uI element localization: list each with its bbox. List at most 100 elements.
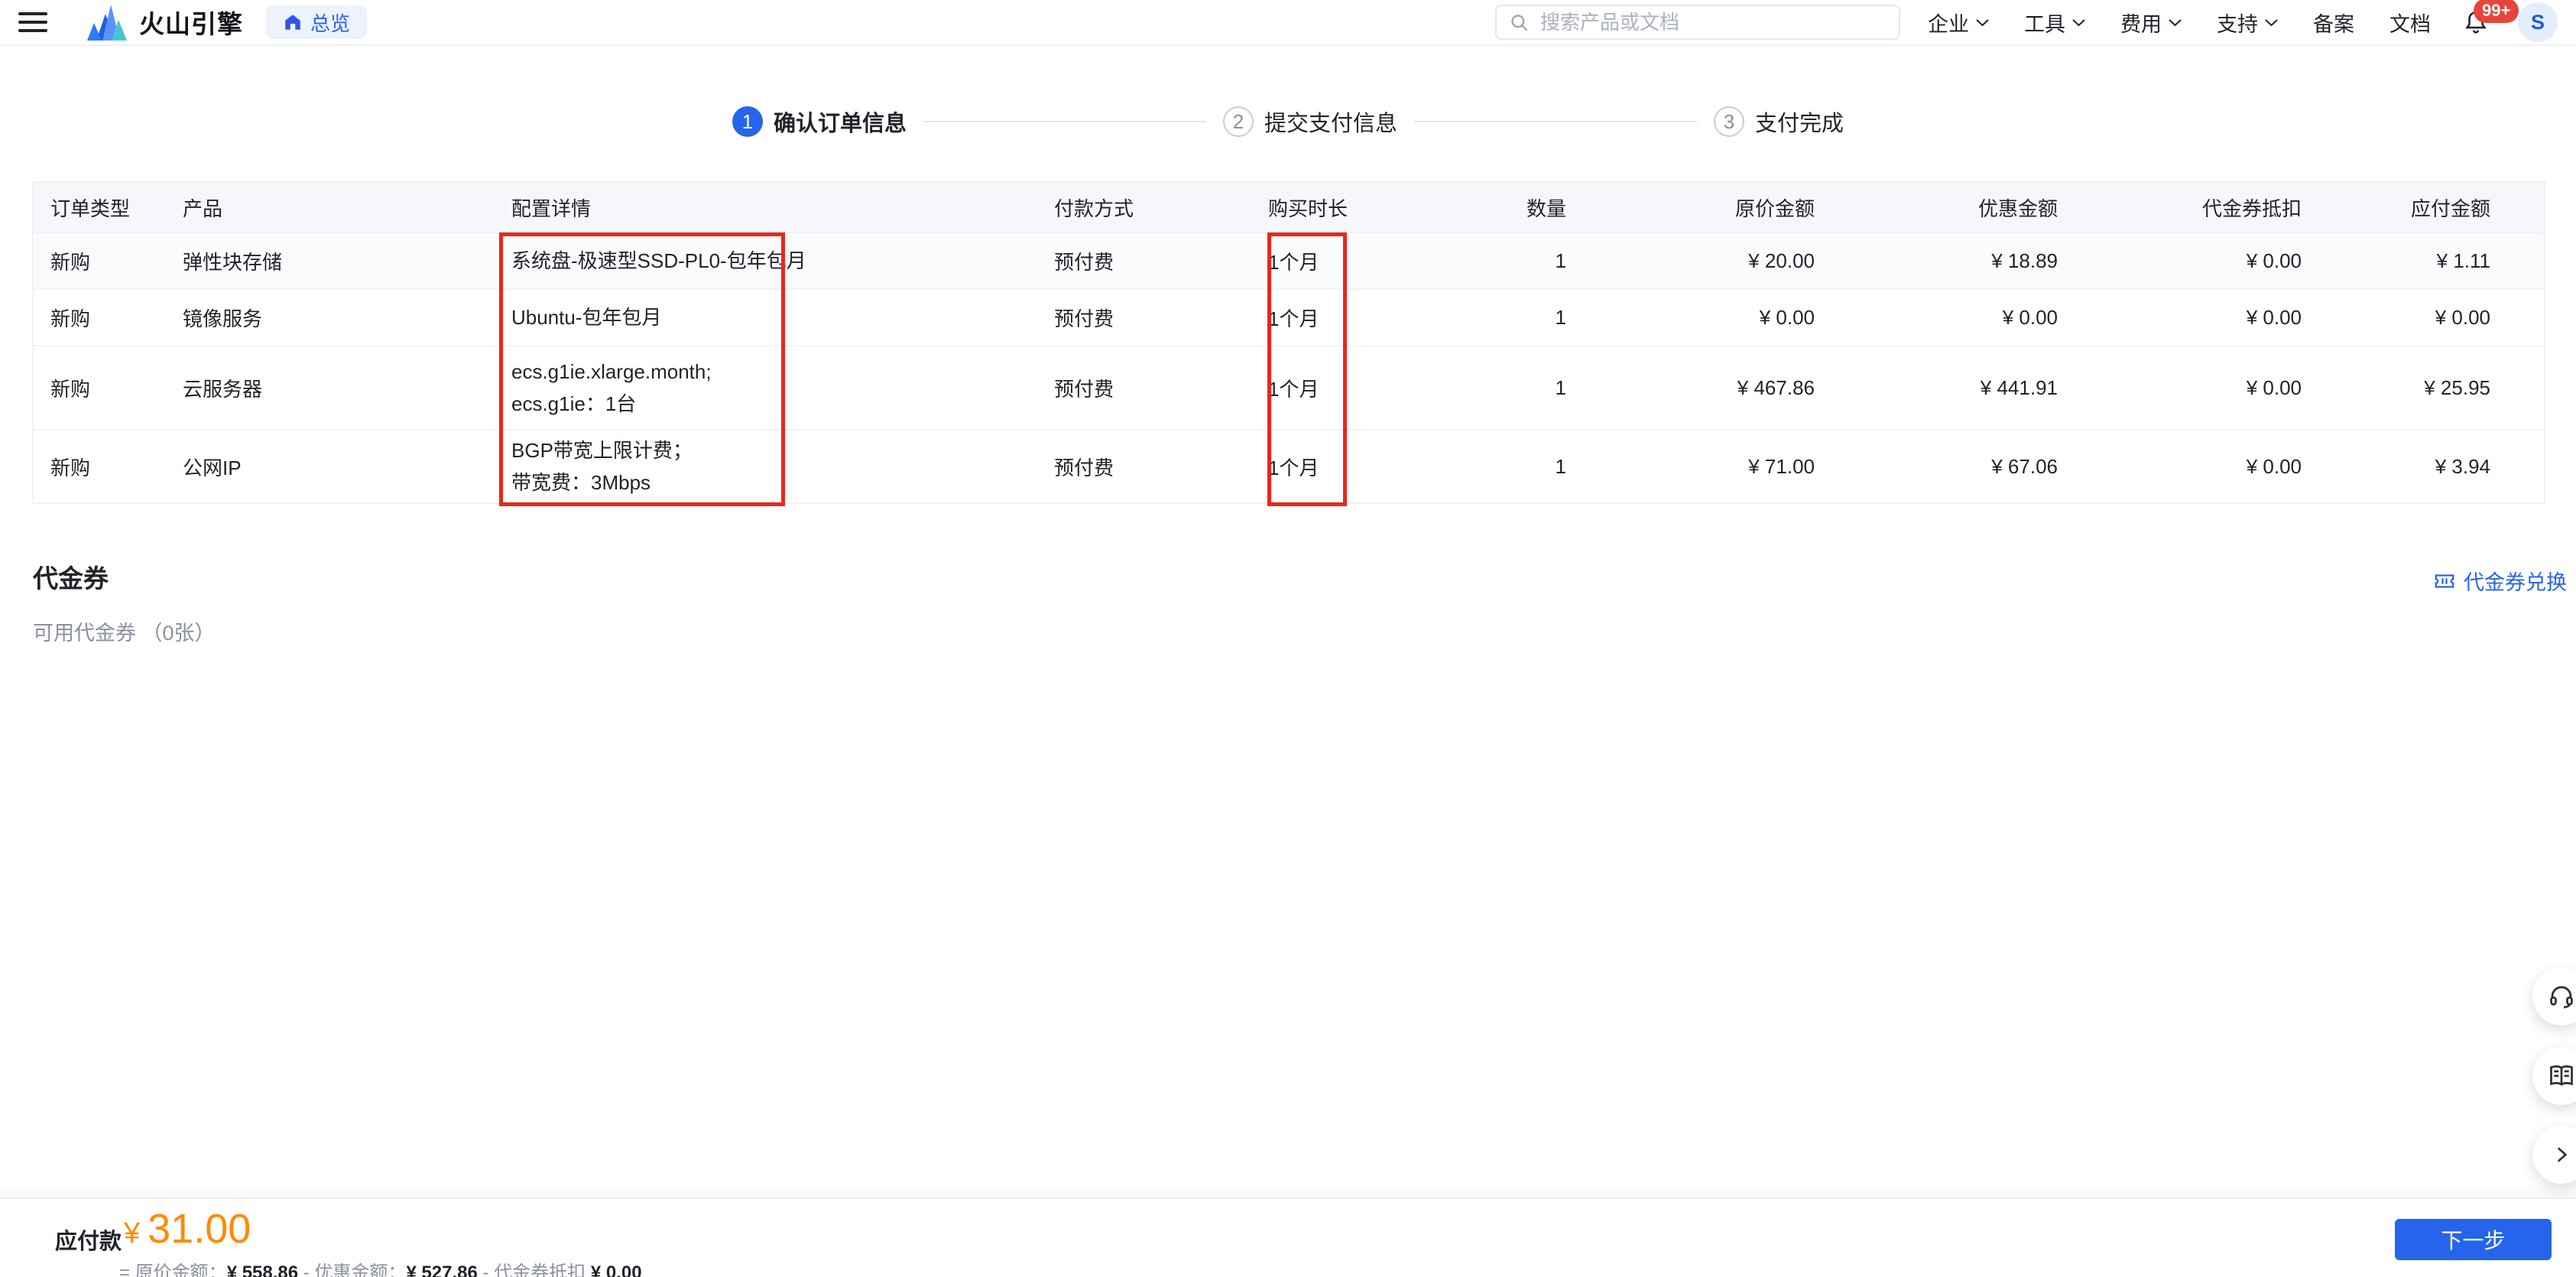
cell-original-amount: ¥ 20.00 (1748, 249, 1815, 272)
cell-payment-method: 预付费 (1054, 250, 1114, 274)
chevron-down-icon (2072, 18, 2085, 27)
cell-payment-method: 预付费 (1054, 307, 1114, 330)
cell-config-details: Ubuntu-包年包月 (511, 306, 662, 329)
checkout-footer-bar: 应付款 ¥ 31.00 = 原价金额：¥ 558.86 - 优惠金额：¥ 527… (0, 1197, 2576, 1277)
open-book-icon (2548, 1062, 2575, 1090)
menu-item-docs[interactable]: 文档 (2389, 8, 2431, 37)
search-icon (1509, 12, 1530, 33)
col-duration: 购买时长 (1268, 197, 1348, 220)
cell-duration: 1个月 (1268, 377, 1319, 401)
cell-duration: 1个月 (1268, 307, 1319, 330)
total-payable-amount: ¥ 31.00 (124, 1205, 251, 1253)
price-breakdown: = 原价金额：¥ 558.86 - 优惠金额：¥ 527.86 - 代金券抵扣 … (119, 1262, 642, 1277)
voucher-redeem-link[interactable]: 代金券兑换 (2433, 566, 2567, 596)
cell-discount-amount: ¥ 67.06 (1991, 454, 2058, 478)
cell-config-details: 系统盘-极速型SSD-PL0-包年包月 (511, 249, 806, 272)
cell-order-type: 新购 (50, 377, 91, 401)
overview-tab-label: 总览 (310, 11, 351, 35)
volcengine-logo-icon[interactable] (86, 3, 130, 41)
col-product: 产品 (183, 197, 223, 220)
cell-payable-amount: ¥ 0.00 (2435, 305, 2490, 329)
step-number: 3 (1714, 106, 1744, 137)
step-number: 2 (1222, 106, 1254, 137)
cell-voucher-deduction: ¥ 0.00 (2246, 249, 2302, 272)
voucher-available-text: 可用代金券 （0张） (33, 622, 216, 645)
hamburger-menu-icon[interactable] (18, 12, 47, 32)
cell-product: 弹性块存储 (183, 250, 283, 274)
overview-tab[interactable]: 总览 (266, 5, 368, 39)
col-discount-amount: 优惠金额 (1977, 197, 2058, 220)
col-voucher-deduction: 代金券抵扣 (2201, 197, 2302, 220)
chevron-down-icon (1976, 18, 1989, 27)
cell-discount-amount: ¥ 441.91 (1980, 375, 2058, 399)
cell-order-type: 新购 (50, 456, 91, 479)
chevron-down-icon (2265, 18, 2278, 27)
step-payment-complete: 3 支付完成 (1714, 106, 1844, 138)
voucher-redeem-label: 代金券兑换 (2464, 571, 2567, 594)
col-payment-method: 付款方式 (1054, 197, 1134, 220)
search-box[interactable] (1495, 5, 1900, 40)
cell-payment-method: 预付费 (1054, 456, 1114, 479)
top-navigation-bar: 火山引擎 总览 企业 工具 (0, 0, 2576, 46)
step-submit-payment: 2 提交支付信息 (1222, 106, 1397, 138)
menu-item-enterprise[interactable]: 企业 (1928, 8, 1989, 37)
table-row: 新购 云服务器 ecs.g1ie.xlarge.month; ecs.g1ie：… (34, 345, 2544, 429)
table-row: 新购 弹性块存储 系统盘-极速型SSD-PL0-包年包月 预付费 1个月 1 ¥… (34, 232, 2544, 288)
documentation-button[interactable] (2532, 1047, 2576, 1105)
step-number: 1 (732, 106, 763, 137)
cell-config-details: ecs.g1ie.xlarge.month; ecs.g1ie：1台 (511, 360, 712, 415)
cell-quantity: 1 (1555, 454, 1566, 478)
cell-discount-amount: ¥ 0.00 (2002, 305, 2058, 329)
step-connector (923, 121, 1206, 122)
cell-duration: 1个月 (1268, 456, 1319, 479)
cell-original-amount: ¥ 467.86 (1737, 375, 1815, 399)
table-row: 新购 镜像服务 Ubuntu-包年包月 预付费 1个月 1 ¥ 0.00 ¥ 0… (34, 288, 2544, 345)
cell-payable-amount: ¥ 3.94 (2435, 454, 2490, 478)
cell-original-amount: ¥ 71.00 (1748, 454, 1815, 478)
cell-duration: 1个月 (1268, 250, 1319, 274)
chevron-down-icon (2169, 18, 2182, 27)
menu-item-tools[interactable]: 工具 (2024, 8, 2085, 37)
main-menu: 企业 工具 费用 支持 备案 文档 (1928, 8, 2431, 37)
step-label: 提交支付信息 (1264, 112, 1397, 136)
menu-item-billing[interactable]: 费用 (2120, 8, 2182, 37)
cell-payment-method: 预付费 (1054, 377, 1114, 401)
menu-item-icp[interactable]: 备案 (2313, 8, 2354, 37)
cell-payable-amount: ¥ 1.11 (2436, 249, 2490, 272)
cell-quantity: 1 (1555, 305, 1566, 329)
cell-product: 公网IP (183, 456, 242, 479)
col-original-amount: 原价金额 (1734, 197, 1815, 220)
customer-service-button[interactable] (2532, 967, 2576, 1025)
cell-voucher-deduction: ¥ 0.00 (2246, 375, 2302, 399)
step-confirm-order: 1 确认订单信息 (732, 106, 907, 138)
cell-quantity: 1 (1555, 375, 1566, 399)
cell-order-type: 新购 (50, 307, 91, 330)
cell-config-details: BGP带宽上限计费； 带宽费：3Mbps (511, 439, 693, 494)
search-input[interactable] (1539, 9, 1887, 35)
col-config-details: 配置详情 (511, 197, 592, 220)
coupon-icon (2433, 570, 2456, 593)
voucher-section-title: 代金券 (33, 564, 109, 593)
user-avatar[interactable]: S (2518, 2, 2558, 42)
table-row: 新购 公网IP BGP带宽上限计费； 带宽费：3Mbps 预付费 1个月 1 ¥… (34, 429, 2544, 502)
notification-bell-icon[interactable]: 99+ (2463, 0, 2519, 35)
total-amount-value: 31.00 (148, 1206, 251, 1252)
cell-product: 云服务器 (183, 377, 263, 401)
cell-voucher-deduction: ¥ 0.00 (2246, 454, 2302, 478)
payable-label: 应付款 (55, 1230, 122, 1254)
cell-discount-amount: ¥ 18.89 (1991, 249, 2058, 272)
brand-title: 火山引擎 (139, 10, 243, 38)
home-icon (283, 12, 303, 32)
chevron-right-icon (2552, 1145, 2571, 1165)
table-header-row: 订单类型 产品 配置详情 付款方式 购买时长 数量 原价金额 优惠金额 代金券抵… (34, 183, 2544, 232)
checkout-steps: 1 确认订单信息 2 提交支付信息 3 支付完成 (0, 106, 2576, 138)
cell-original-amount: ¥ 0.00 (1759, 305, 1815, 329)
order-confirmation-page: 火山引擎 总览 企业 工具 (0, 0, 2576, 1277)
next-step-button[interactable]: 下一步 (2395, 1219, 2552, 1260)
col-payable-amount: 应付金额 (2410, 197, 2490, 220)
menu-item-support[interactable]: 支持 (2217, 8, 2278, 37)
currency-symbol: ¥ (124, 1217, 141, 1249)
expand-panel-button[interactable] (2532, 1126, 2576, 1184)
cell-product: 镜像服务 (183, 307, 263, 330)
cell-voucher-deduction: ¥ 0.00 (2246, 305, 2302, 329)
